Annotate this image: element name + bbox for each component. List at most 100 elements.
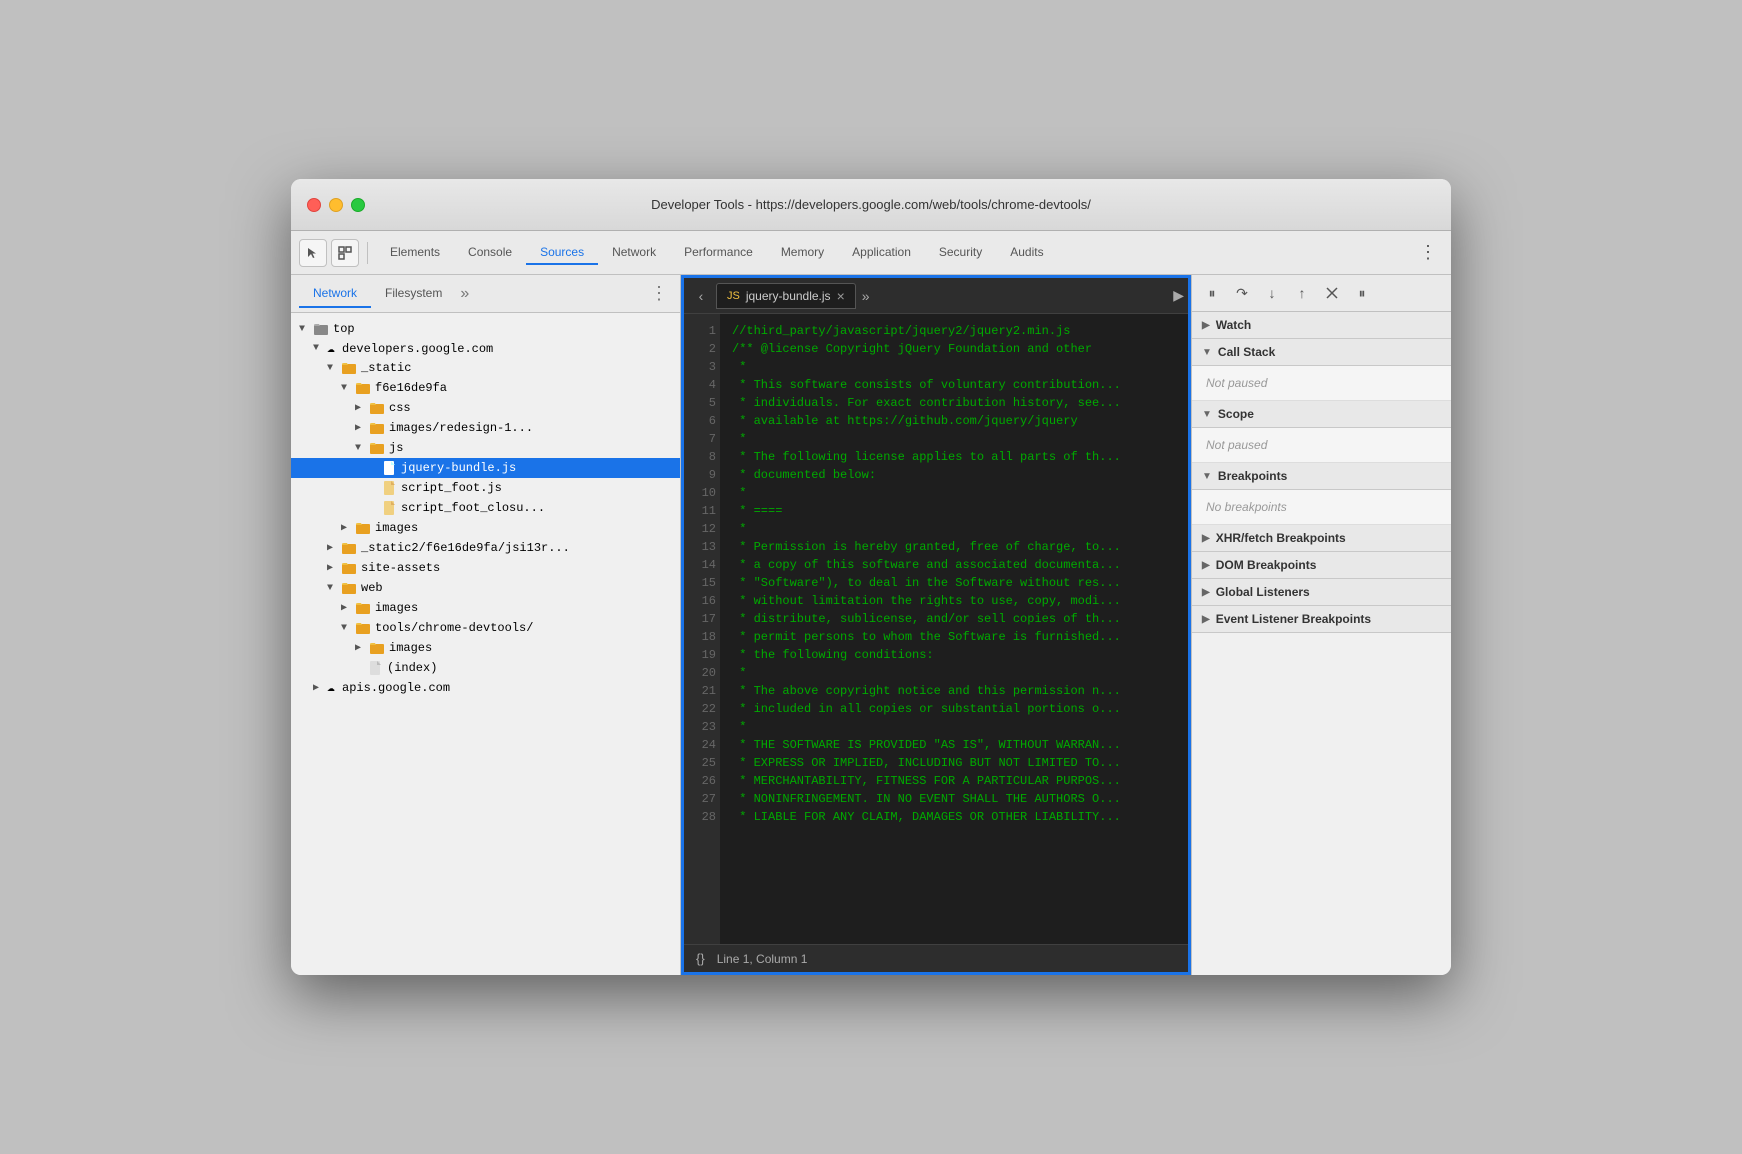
tree-arrow-top: ▼ [299, 324, 313, 335]
section-header-xhr-breakpoints[interactable]: ▶ XHR/fetch Breakpoints [1192, 525, 1451, 552]
titlebar: Developer Tools - https://developers.goo… [291, 179, 1451, 231]
editor-tab-bar: ‹ JS jquery-bundle.js × » ▶ [684, 278, 1188, 314]
tree-arrow-static: ▼ [327, 363, 341, 374]
tab-memory[interactable]: Memory [767, 241, 838, 265]
tree-item-static2[interactable]: ▶ _static2/f6e16de9fa/jsi13r... [291, 538, 680, 558]
tree-label-jquery: jquery-bundle.js [401, 461, 516, 475]
inspect-button[interactable] [331, 239, 359, 267]
section-body-call-stack: Not paused [1192, 366, 1451, 401]
tab-audits[interactable]: Audits [996, 241, 1057, 265]
more-left-tabs-button[interactable]: » [456, 285, 473, 303]
folder-icon-images [355, 520, 371, 536]
tree-item-hash[interactable]: ▼ f6e16de9fa [291, 378, 680, 398]
section-header-scope[interactable]: ▼ Scope [1192, 401, 1451, 428]
tree-label-images: images [375, 521, 418, 535]
tree-item-css[interactable]: ▶ css [291, 398, 680, 418]
folder-icon-top [313, 321, 329, 337]
select-tool-button[interactable] [299, 239, 327, 267]
section-arrow-global: ▶ [1202, 587, 1210, 598]
resume-button[interactable]: ⏸ [1350, 281, 1374, 305]
tree-arrow-web-images: ▶ [341, 602, 355, 614]
tab-application[interactable]: Application [838, 241, 925, 265]
format-button[interactable]: {} [696, 951, 705, 966]
editor-play-button[interactable]: ▶ [1173, 287, 1184, 304]
section-arrow-call-stack: ▼ [1202, 347, 1212, 358]
section-header-breakpoints[interactable]: ▼ Breakpoints [1192, 463, 1451, 490]
tree-arrow-developers: ▼ [313, 343, 327, 354]
folder-icon-web-images [355, 600, 371, 616]
tree-item-tools-images[interactable]: ▶ images [291, 638, 680, 658]
tree-item-images-redesign[interactable]: ▶ images/redesign-1... [291, 418, 680, 438]
tab-console[interactable]: Console [454, 241, 526, 265]
editor-tab-close[interactable]: × [837, 288, 845, 304]
more-tabs-button[interactable]: ⋮ [1413, 242, 1443, 263]
tab-filesystem[interactable]: Filesystem [371, 280, 456, 308]
section-header-call-stack[interactable]: ▼ Call Stack [1192, 339, 1451, 366]
tab-sources[interactable]: Sources [526, 241, 598, 265]
tree-arrow-images-redesign: ▶ [355, 422, 369, 434]
tree-label-apis-google: apis.google.com [342, 681, 450, 695]
file-tree: ▼ top ▼ ☁ developers.google.com ▼ _stat [291, 313, 680, 975]
tree-item-site-assets[interactable]: ▶ site-assets [291, 558, 680, 578]
tab-elements[interactable]: Elements [376, 241, 454, 265]
tree-item-tools-chrome[interactable]: ▼ tools/chrome-devtools/ [291, 618, 680, 638]
step-into-button[interactable]: ↓ [1260, 281, 1284, 305]
folder-icon-web [341, 580, 357, 596]
tree-item-static[interactable]: ▼ _static [291, 358, 680, 378]
section-label-call-stack: Call Stack [1218, 345, 1275, 359]
tree-label-developers: developers.google.com [342, 342, 493, 356]
step-out-button[interactable]: ↑ [1290, 281, 1314, 305]
editor-tab-jquery[interactable]: JS jquery-bundle.js × [716, 283, 856, 309]
tab-security[interactable]: Security [925, 241, 996, 265]
tab-network[interactable]: Network [598, 241, 670, 265]
tree-label-tools-images: images [389, 641, 432, 655]
pause-button[interactable]: ⏸ [1200, 281, 1224, 305]
right-panel: ⏸ ↷ ↓ ↑ ⏸ ▶ Watch [1191, 275, 1451, 975]
tree-item-index[interactable]: (index) [291, 658, 680, 678]
tree-label-top: top [333, 322, 355, 336]
tree-label-script-foot-closure: script_foot_closu... [401, 501, 545, 515]
section-header-global-listeners[interactable]: ▶ Global Listeners [1192, 579, 1451, 606]
tree-item-script-foot[interactable]: script_foot.js [291, 478, 680, 498]
tab-performance[interactable]: Performance [670, 241, 767, 265]
editor-prev-button[interactable]: ‹ [688, 283, 714, 309]
tree-item-top[interactable]: ▼ top [291, 319, 680, 339]
section-label-event: Event Listener Breakpoints [1216, 612, 1371, 626]
minimize-button[interactable] [329, 198, 343, 212]
tree-arrow-hash: ▼ [341, 383, 355, 394]
tree-item-script-foot-closure[interactable]: script_foot_closu... [291, 498, 680, 518]
tree-item-apis-google[interactable]: ▶ ☁ apis.google.com [291, 678, 680, 697]
left-panel: Network Filesystem » ⋮ ▼ top ▼ ☁ [291, 275, 681, 975]
deactivate-breakpoints-button[interactable] [1320, 281, 1344, 305]
tree-item-developers[interactable]: ▼ ☁ developers.google.com [291, 339, 680, 358]
tree-item-images[interactable]: ▶ images [291, 518, 680, 538]
breakpoints-icon [1325, 286, 1339, 300]
editor-more-tabs[interactable]: » [862, 288, 870, 304]
step-over-button[interactable]: ↷ [1230, 281, 1254, 305]
tree-label-static: _static [361, 361, 411, 375]
right-toolbar: ⏸ ↷ ↓ ↑ ⏸ [1192, 275, 1451, 312]
folder-icon-js [369, 440, 385, 456]
folder-icon-tools-images [369, 640, 385, 656]
tree-item-web[interactable]: ▼ web [291, 578, 680, 598]
section-arrow-scope: ▼ [1202, 409, 1212, 420]
section-header-dom-breakpoints[interactable]: ▶ DOM Breakpoints [1192, 552, 1451, 579]
tree-item-jquery-bundle[interactable]: jquery-bundle.js [291, 458, 680, 478]
section-arrow-dom: ▶ [1202, 560, 1210, 571]
tree-item-web-images[interactable]: ▶ images [291, 598, 680, 618]
devtools-body: Network Filesystem » ⋮ ▼ top ▼ ☁ [291, 275, 1451, 975]
tree-item-js[interactable]: ▼ js [291, 438, 680, 458]
section-header-watch[interactable]: ▶ Watch [1192, 312, 1451, 339]
section-arrow-watch: ▶ [1202, 320, 1210, 331]
inspect-icon [338, 246, 352, 260]
maximize-button[interactable] [351, 198, 365, 212]
section-body-scope: Not paused [1192, 428, 1451, 463]
section-header-event-listener-bp[interactable]: ▶ Event Listener Breakpoints [1192, 606, 1451, 633]
code-content[interactable]: //third_party/javascript/jquery2/jquery2… [720, 314, 1188, 944]
tab-network-files[interactable]: Network [299, 280, 371, 308]
left-panel-menu-button[interactable]: ⋮ [646, 283, 672, 304]
tree-arrow-web: ▼ [327, 583, 341, 594]
cloud-icon-apis-google: ☁ [327, 680, 335, 695]
folder-icon-static2 [341, 540, 357, 556]
close-button[interactable] [307, 198, 321, 212]
